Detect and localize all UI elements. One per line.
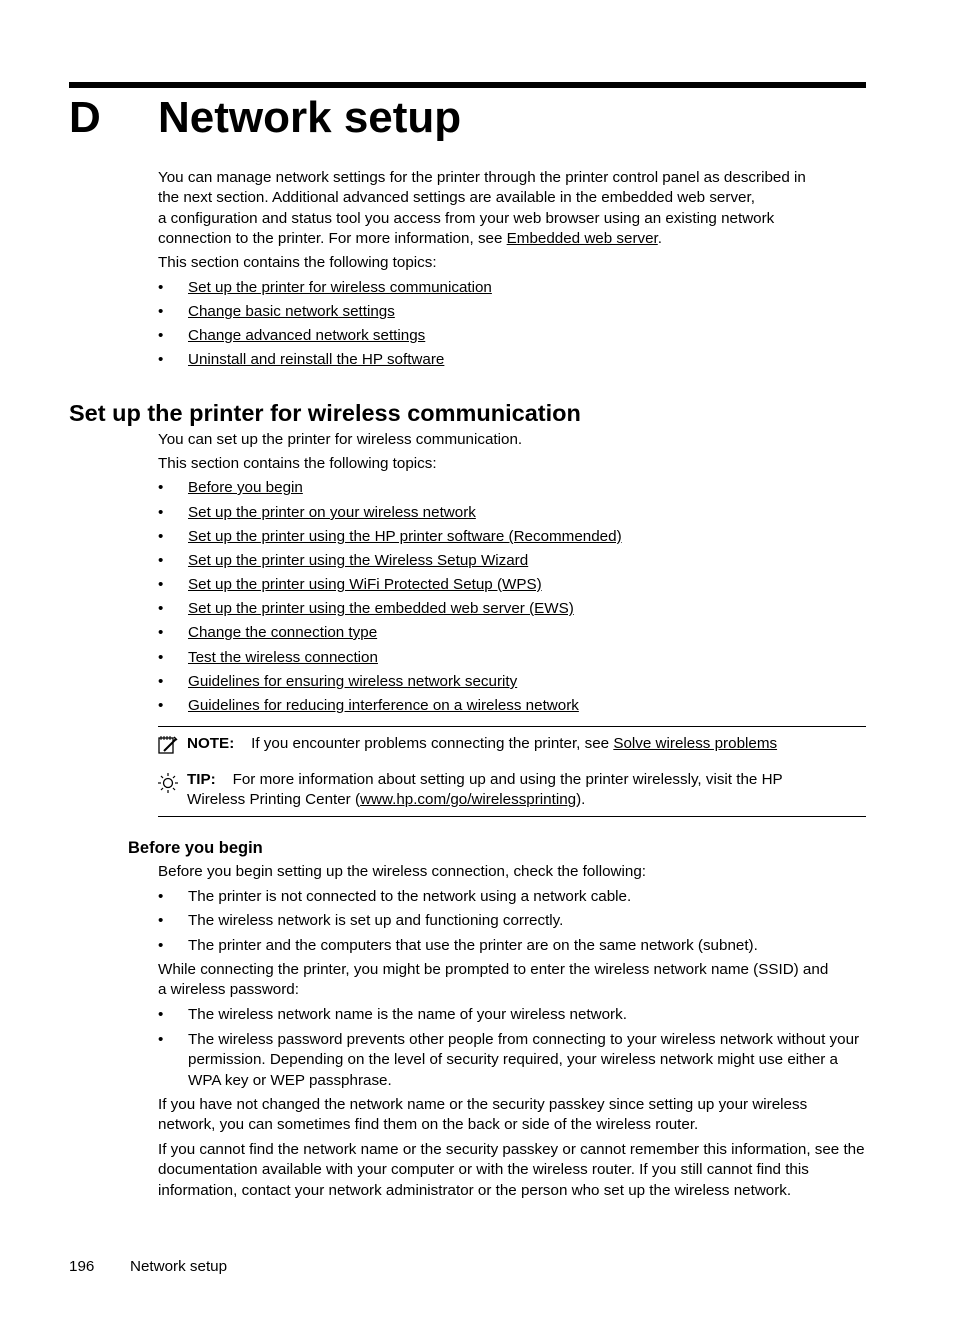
topic-link-basic-network-settings[interactable]: Change basic network settings (188, 302, 868, 322)
embedded-web-server-link[interactable]: Embedded web server (507, 230, 658, 247)
topic-link-interference-guidelines[interactable]: Guidelines for reducing interference on … (188, 696, 868, 716)
solve-wireless-problems-link[interactable]: Solve wireless problems (613, 735, 777, 752)
section-heading: Set up the printer for wireless communic… (69, 400, 581, 426)
chapter-top-rule (69, 82, 866, 88)
topic-link-security-guidelines[interactable]: Guidelines for ensuring wireless network… (188, 672, 868, 692)
intro-line: the next section. Additional advanced se… (158, 189, 755, 207)
section-topics-label: This section contains the following topi… (158, 455, 437, 472)
note-bottom-rule (158, 816, 866, 817)
chapter-letter: D (69, 93, 101, 142)
note-label: NOTE: (187, 735, 235, 752)
topic-link-advanced-network-settings[interactable]: Change advanced network settings (188, 326, 868, 346)
topic-link-uninstall-reinstall[interactable]: Uninstall and reinstall the HP software (188, 350, 868, 370)
topic-link-wps[interactable]: Set up the printer using WiFi Protected … (188, 575, 868, 595)
topic-link-wireless-communication[interactable]: Set up the printer for wireless communic… (188, 278, 868, 298)
note-text: NOTE: If you encounter problems connecti… (187, 735, 778, 752)
topic-link-connection-type[interactable]: Change the connection type (188, 623, 868, 643)
topic-link-hp-printer-software[interactable]: Set up the printer using the HP printer … (188, 527, 868, 547)
intro-paragraph: You can manage network settings for the … (158, 168, 868, 249)
chapter-title: D Network setup (69, 92, 461, 144)
wireless-printing-link[interactable]: www.hp.com/go/wirelessprinting (360, 791, 576, 808)
topic-link-test-wireless[interactable]: Test the wireless connection (188, 648, 868, 668)
intro-line: a configuration and status tool you acce… (158, 209, 775, 227)
subsection-intro: Before you begin setting up the wireless… (158, 863, 646, 880)
intro-topics-label: This section contains the following topi… (158, 254, 437, 271)
subsection-heading: Before you begin (128, 839, 263, 857)
page-number: 196 (69, 1258, 95, 1275)
topic-link-before-you-begin[interactable]: Before you begin (188, 478, 868, 498)
chapter-title-text: Network setup (158, 93, 462, 142)
section-intro: You can set up the printer for wireless … (158, 431, 523, 448)
note-top-rule (158, 726, 866, 727)
intro-line: connection to the printer. For more info… (158, 229, 663, 247)
intro-line: You can manage network settings for the … (158, 169, 806, 186)
body-paragraph: If you cannot find the network name or t… (158, 1141, 865, 1199)
note-icon (158, 736, 178, 754)
tip-label: TIP: (187, 771, 216, 788)
body-paragraph: If you have not changed the network name… (158, 1096, 808, 1134)
tip-lightbulb-icon (158, 773, 178, 793)
topic-link-wireless-network[interactable]: Set up the printer on your wireless netw… (188, 503, 868, 523)
footer-section-name: Network setup (130, 1258, 228, 1275)
topic-link-wireless-setup-wizard[interactable]: Set up the printer using the Wireless Se… (188, 551, 868, 571)
topic-link-ews[interactable]: Set up the printer using the embedded we… (188, 599, 868, 619)
prompt-paragraph: While connecting the printer, you might … (158, 961, 829, 999)
tip-text: TIP: For more information about setting … (187, 771, 783, 809)
